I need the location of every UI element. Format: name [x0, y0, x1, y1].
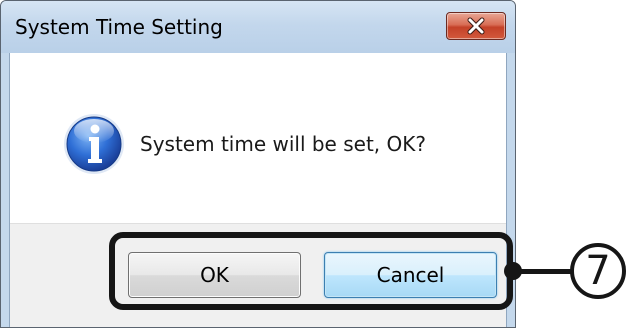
buttons-callout-frame [109, 232, 513, 310]
title-bar[interactable]: System Time Setting [1, 1, 515, 53]
close-x-icon [447, 13, 505, 39]
close-button[interactable] [446, 12, 506, 40]
information-icon [62, 112, 126, 176]
circled-number-seven: 7 [570, 243, 626, 299]
dialog-title: System Time Setting [15, 15, 223, 39]
callout-connector-line [513, 269, 571, 274]
confirmation-message: System time will be set, OK? [140, 132, 426, 156]
step-number: 7 [585, 248, 611, 294]
